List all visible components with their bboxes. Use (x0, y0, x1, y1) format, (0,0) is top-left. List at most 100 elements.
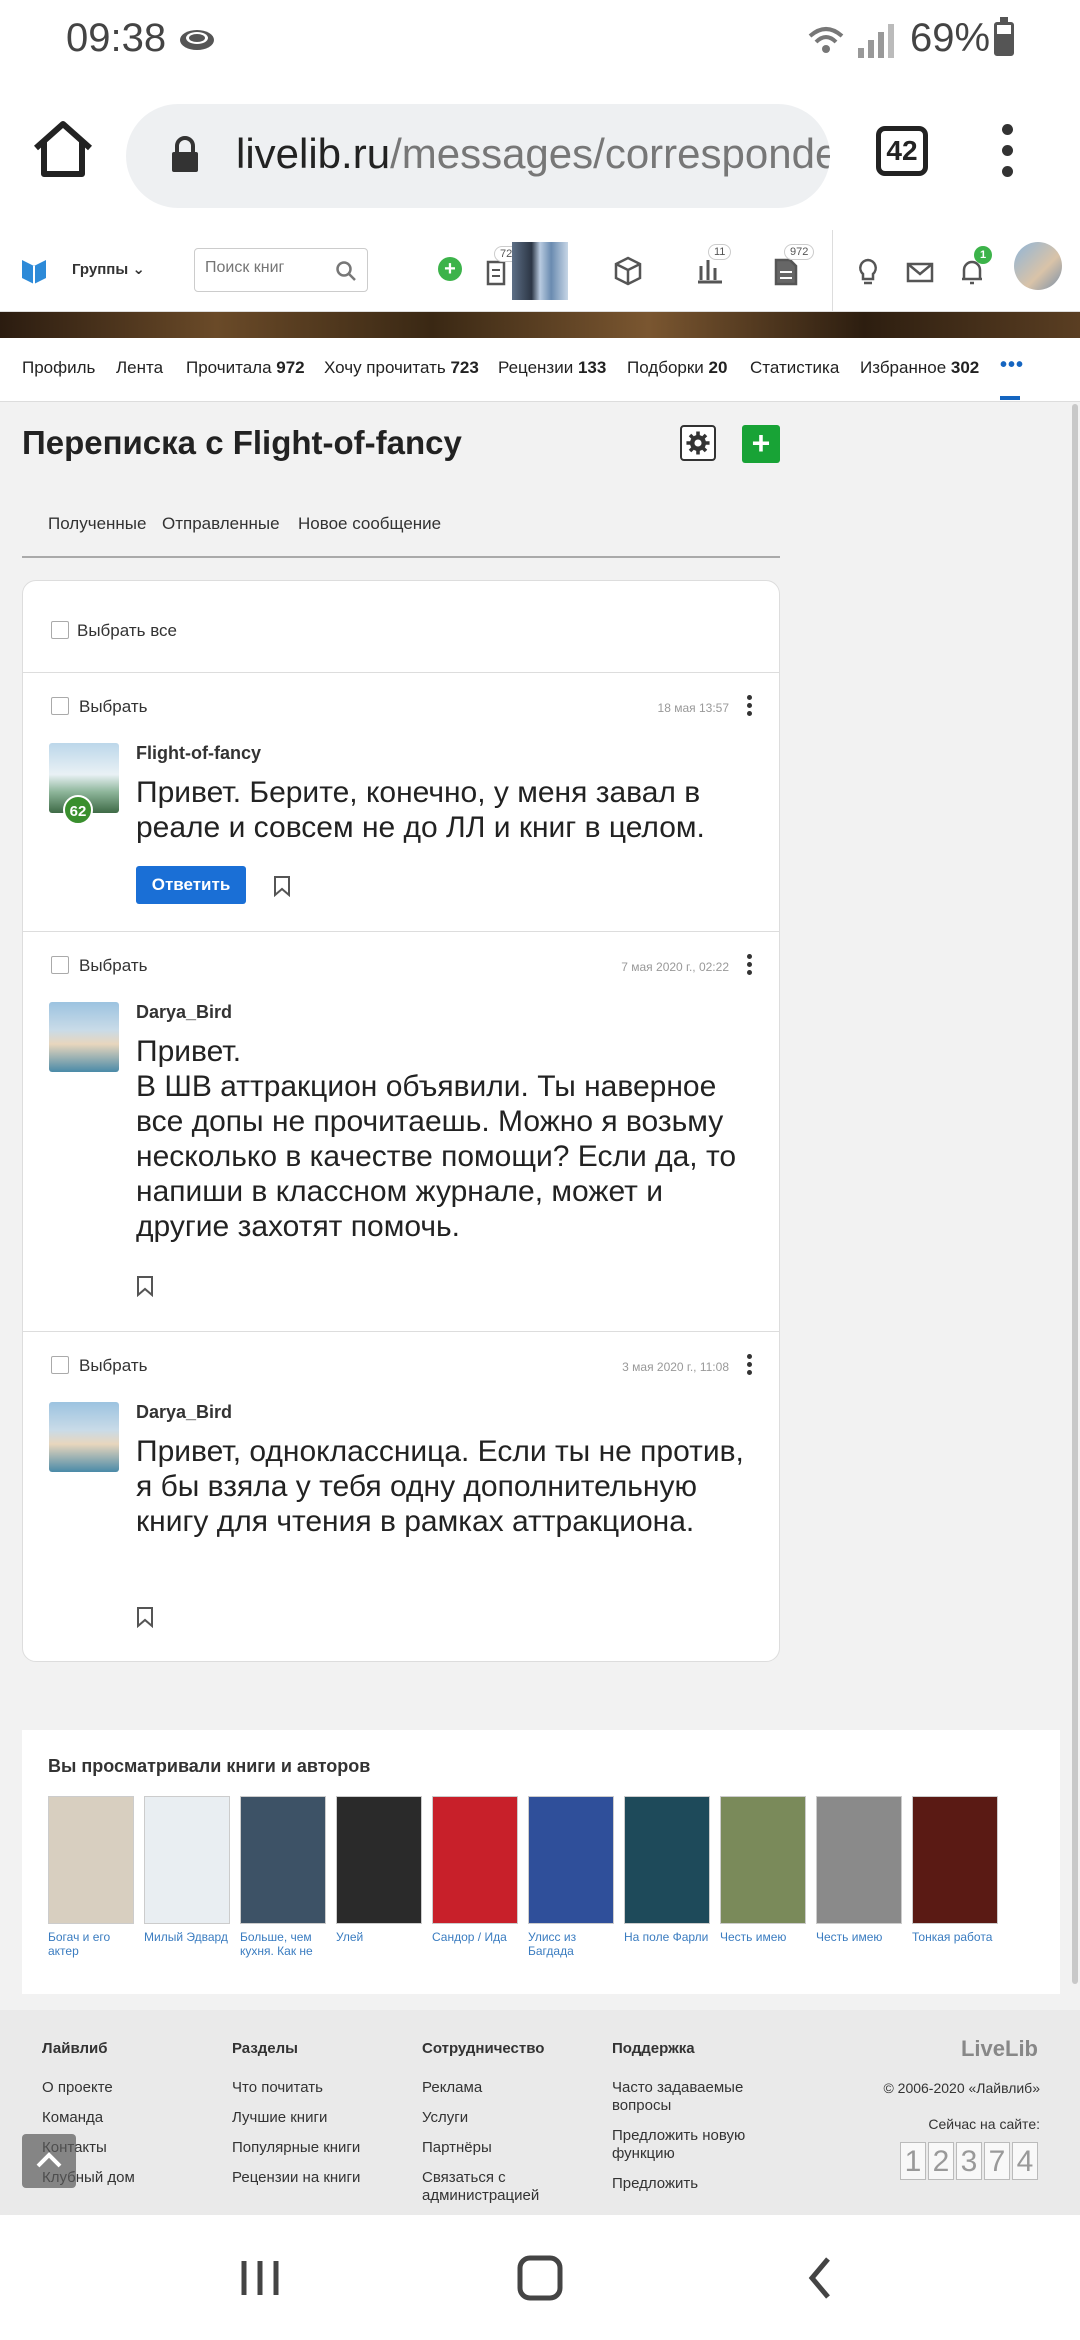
profile-tab[interactable]: Хочу прочитать 723 (324, 358, 479, 378)
book-card[interactable]: Честь имею (816, 1796, 902, 1944)
avatar[interactable] (49, 1402, 119, 1472)
profile-tab[interactable]: Подборки 20 (627, 358, 727, 378)
select-label[interactable]: Выбрать (79, 956, 147, 976)
bookmark-icon[interactable] (136, 1606, 154, 1628)
more-options-icon[interactable] (747, 1354, 753, 1376)
book-card[interactable]: Улей (336, 1796, 422, 1944)
box-icon[interactable] (608, 250, 648, 290)
book-cover[interactable] (48, 1796, 134, 1924)
select-label[interactable]: Выбрать (79, 1356, 147, 1376)
scroll-to-top-button[interactable] (22, 2134, 76, 2188)
more-options-icon[interactable] (747, 695, 753, 717)
more-tabs-icon[interactable]: ••• (1000, 354, 1024, 377)
book-card[interactable]: Улисс из Багдада (528, 1796, 614, 1958)
add-book-icon[interactable]: + (438, 257, 462, 281)
tab-switcher-button[interactable]: 42 (876, 126, 928, 176)
groups-menu[interactable]: Группы ⌄ (72, 260, 145, 278)
footer-link[interactable]: Партнёры (422, 2139, 572, 2157)
tab-received[interactable]: Полученные (48, 514, 146, 534)
lightbulb-icon[interactable] (848, 252, 888, 292)
book-title[interactable]: На поле Фарли (624, 1930, 710, 1944)
back-icon[interactable] (790, 2253, 850, 2303)
book-title[interactable]: Больше, чем кухня. Как не (240, 1930, 326, 1958)
book-title[interactable]: Богач и его актер (48, 1930, 134, 1958)
page-scrollbar[interactable] (1072, 404, 1078, 1984)
book-cover[interactable] (144, 1796, 230, 1924)
select-all-checkbox[interactable] (51, 621, 69, 639)
message-date: 7 мая 2020 г., 02:22 (621, 960, 729, 974)
profile-tab[interactable]: Рецензии 133 (498, 358, 606, 378)
stats-badge: 11 (708, 244, 732, 260)
book-cover[interactable] (912, 1796, 998, 1924)
book-title[interactable]: Тонкая работа (912, 1930, 998, 1944)
profile-tab[interactable]: Избранное 302 (860, 358, 979, 378)
book-cover[interactable] (720, 1796, 806, 1924)
profile-tab[interactable]: Статистика (750, 358, 839, 378)
footer-link[interactable]: Команда (42, 2109, 192, 2127)
profile-tab[interactable]: Профиль (22, 358, 95, 378)
footer-link[interactable]: Что почитать (232, 2079, 382, 2097)
book-cover[interactable] (528, 1796, 614, 1924)
user-avatar[interactable] (1014, 242, 1062, 290)
book-card[interactable]: На поле Фарли (624, 1796, 710, 1944)
more-options-icon[interactable] (747, 954, 753, 976)
address-bar[interactable]: livelib.ru/messages/corresponden (126, 104, 830, 208)
footer-link[interactable]: О проекте (42, 2079, 192, 2097)
mail-icon[interactable] (900, 252, 940, 292)
book-title[interactable]: Сандор / Ида (432, 1930, 518, 1944)
book-cover[interactable] (624, 1796, 710, 1924)
sender-name[interactable]: Darya_Bird (136, 1402, 232, 1423)
footer-link[interactable]: Связаться с администрацией (422, 2169, 572, 2205)
livelib-logo-icon[interactable] (20, 256, 48, 284)
settings-gear-icon[interactable] (680, 425, 716, 461)
footer-link[interactable]: Часто задаваемые вопросы (612, 2079, 762, 2115)
search-box[interactable] (194, 248, 368, 292)
avatar[interactable] (49, 1002, 119, 1072)
book-card[interactable]: Честь имею (720, 1796, 806, 1944)
book-card[interactable]: Сандор / Ида (432, 1796, 518, 1944)
select-checkbox[interactable] (51, 697, 69, 715)
book-cover[interactable] (240, 1796, 326, 1924)
book-title[interactable]: Честь имею (720, 1930, 806, 1944)
profile-tab[interactable]: Лента (116, 358, 163, 378)
book-cover[interactable] (432, 1796, 518, 1924)
select-all-label[interactable]: Выбрать все (77, 621, 177, 641)
reply-button[interactable]: Ответить (136, 866, 246, 904)
recent-apps-icon[interactable] (230, 2253, 290, 2303)
sender-name[interactable]: Darya_Bird (136, 1002, 232, 1023)
book-card[interactable]: Больше, чем кухня. Как не (240, 1796, 326, 1958)
book-card[interactable]: Тонкая работа (912, 1796, 998, 1944)
book-cover[interactable] (816, 1796, 902, 1924)
book-cover[interactable] (336, 1796, 422, 1924)
new-message-button[interactable]: + (742, 425, 780, 463)
search-input[interactable] (205, 259, 325, 277)
footer-link[interactable]: Предложить новую функцию (612, 2127, 762, 2163)
book-title[interactable]: Улисс из Багдада (528, 1930, 614, 1958)
footer-link[interactable]: Рецензии на книги (232, 2169, 382, 2187)
footer-link[interactable]: Реклама (422, 2079, 572, 2097)
footer-link[interactable]: Популярные книги (232, 2139, 382, 2157)
bookmark-icon[interactable] (273, 875, 291, 897)
book-title[interactable]: Улей (336, 1930, 422, 1944)
sender-name[interactable]: Flight-of-fancy (136, 743, 261, 764)
tab-sent[interactable]: Отправленные (162, 514, 280, 534)
book-card[interactable]: Богач и его актер (48, 1796, 134, 1958)
home-nav-icon[interactable] (510, 2253, 570, 2303)
footer-link[interactable]: Услуги (422, 2109, 572, 2127)
overflow-menu-icon[interactable] (998, 124, 1016, 184)
select-label[interactable]: Выбрать (79, 697, 147, 717)
search-icon[interactable] (335, 260, 357, 282)
book-title[interactable]: Честь имею (816, 1930, 902, 1944)
footer-link[interactable]: Предложить (612, 2175, 762, 2193)
footer-link[interactable]: Лучшие книги (232, 2109, 382, 2127)
select-checkbox[interactable] (51, 956, 69, 974)
book-card[interactable]: Милый Эдвард (144, 1796, 230, 1944)
book-title[interactable]: Милый Эдвард (144, 1930, 230, 1944)
footer-brand[interactable]: LiveLib (961, 2036, 1038, 2062)
bookmark-icon[interactable] (136, 1275, 154, 1297)
home-icon[interactable] (30, 116, 96, 182)
profile-tab[interactable]: Прочитала 972 (186, 358, 305, 378)
recent-books-thumbnail[interactable] (512, 242, 568, 300)
select-checkbox[interactable] (51, 1356, 69, 1374)
tab-new-message[interactable]: Новое сообщение (298, 514, 441, 534)
